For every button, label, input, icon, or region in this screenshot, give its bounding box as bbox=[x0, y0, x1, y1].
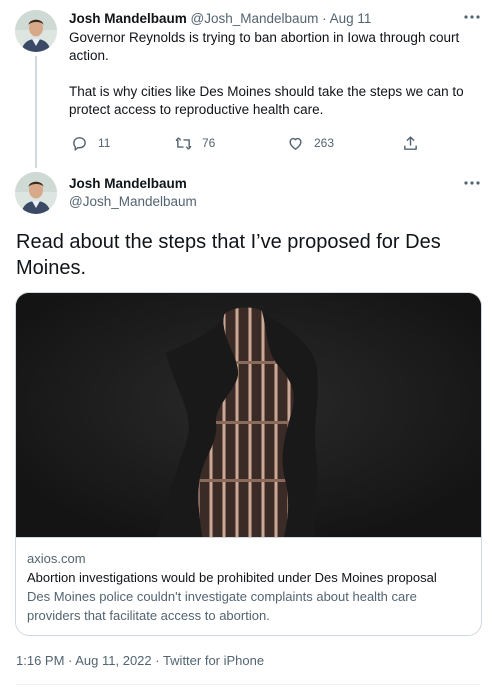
author-handle[interactable]: @Josh_Mandelbaum bbox=[69, 193, 197, 211]
card-description: Des Moines police couldn't investigate c… bbox=[27, 589, 417, 623]
like-count: 263 bbox=[314, 136, 335, 150]
separator: · bbox=[322, 11, 327, 26]
avatar[interactable] bbox=[15, 10, 57, 52]
card-info[interactable]: axios.com Abortion investigations would … bbox=[16, 537, 481, 625]
card-title: Abortion investigations would be prohibi… bbox=[27, 570, 437, 585]
tweet-timestamp[interactable]: 1:16 PM · Aug 11, 2022 · Twitter for iPh… bbox=[16, 652, 264, 670]
divider bbox=[16, 684, 480, 685]
more-icon[interactable] bbox=[462, 12, 482, 24]
tweet-actions: 11 76 263 bbox=[71, 133, 431, 153]
card-image[interactable] bbox=[16, 293, 481, 537]
more-icon[interactable] bbox=[462, 178, 482, 190]
tweet-text: Read about the steps that I’ve proposed … bbox=[16, 231, 441, 279]
tweet-header: Josh Mandelbaum @Josh_Mandelbaum · Aug 1… bbox=[69, 10, 486, 28]
card-domain: axios.com bbox=[27, 551, 86, 566]
like-button[interactable]: 263 bbox=[287, 133, 334, 153]
reply-icon bbox=[73, 136, 86, 151]
retweet-icon bbox=[175, 136, 192, 150]
retweet-button[interactable]: 76 bbox=[175, 133, 215, 153]
avatar[interactable] bbox=[15, 172, 57, 214]
share-button[interactable] bbox=[402, 133, 419, 153]
author-handle[interactable]: @Josh_Mandelbaum bbox=[191, 11, 319, 26]
retweet-count: 76 bbox=[202, 136, 216, 150]
thread-line bbox=[35, 56, 37, 168]
link-card[interactable]: axios.com Abortion investigations would … bbox=[15, 292, 482, 636]
like-icon bbox=[289, 137, 302, 150]
reply-count: 11 bbox=[98, 136, 111, 150]
tweet-paragraph: Governor Reynolds is trying to ban abort… bbox=[69, 30, 460, 63]
reply-button[interactable]: 11 bbox=[71, 133, 110, 153]
tweet-paragraph: That is why cities like Des Moines shoul… bbox=[69, 84, 464, 117]
author-name[interactable]: Josh Mandelbaum bbox=[69, 11, 187, 26]
tweet-date[interactable]: Aug 11 bbox=[330, 11, 372, 26]
tweet-text: Governor Reynolds is trying to ban abort… bbox=[69, 29, 484, 119]
share-icon bbox=[404, 135, 417, 150]
author-name[interactable]: Josh Mandelbaum bbox=[69, 175, 187, 193]
